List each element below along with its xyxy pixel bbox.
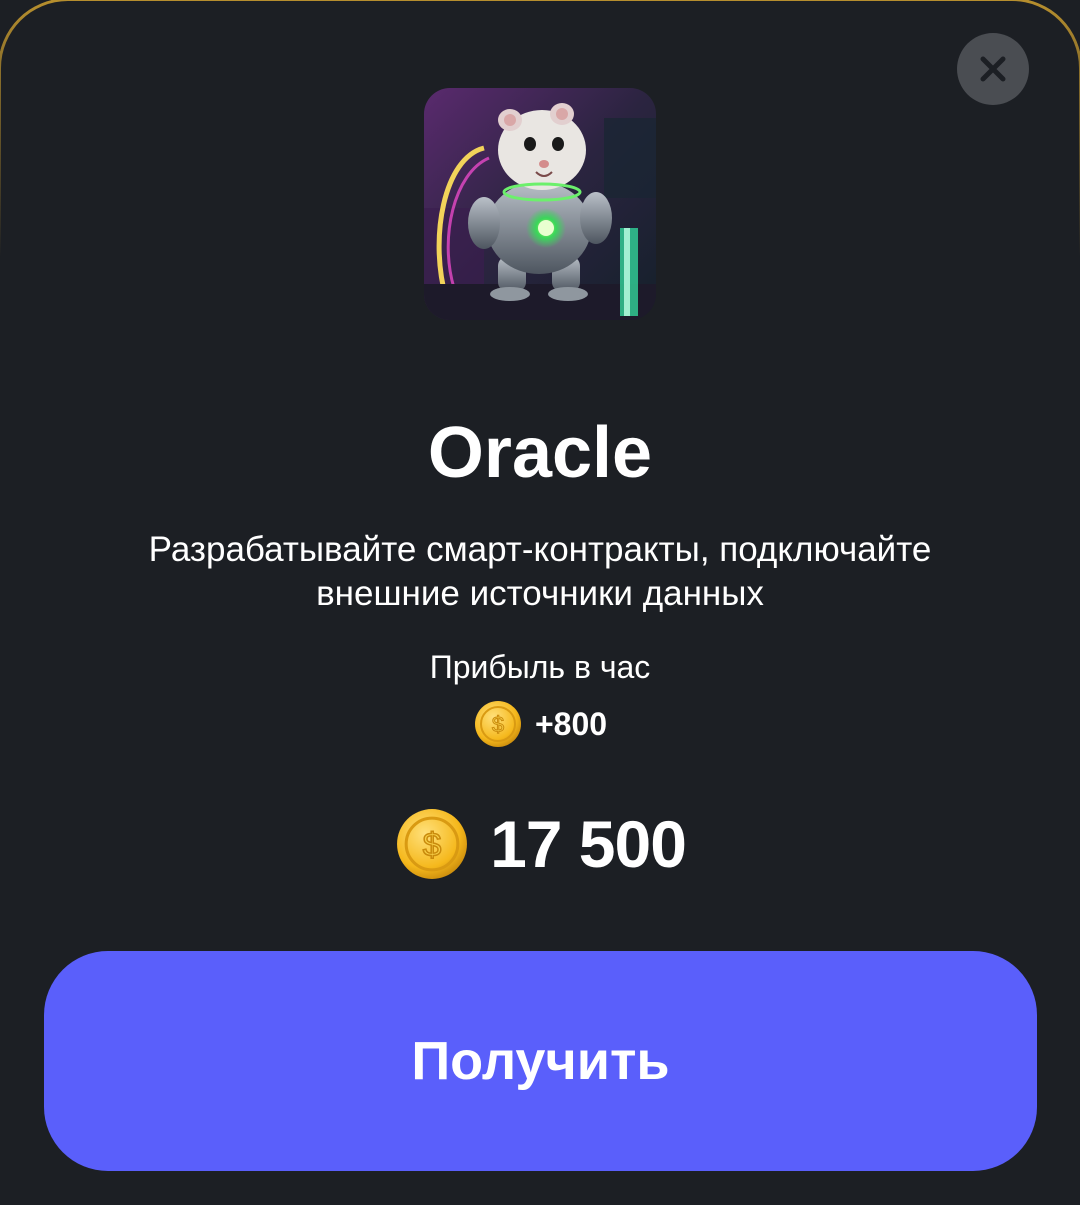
svg-text:$: $ [423, 827, 442, 864]
svg-text:$: $ [492, 712, 504, 737]
profit-per-hour: $ +800 [0, 699, 1080, 749]
profit-per-hour-label: Прибыль в час [429, 649, 651, 685]
coin-icon: $ [474, 701, 521, 747]
card-image [424, 88, 656, 320]
close-icon [980, 56, 1006, 82]
card-price: $ 17 500 [0, 806, 1080, 882]
card-detail-sheet: Oracle Разрабатывайте смарт-контракты, п… [0, 0, 1080, 1205]
close-button[interactable] [957, 33, 1029, 105]
card-description: Разрабатывайте смарт-контракты, подключа… [148, 530, 932, 613]
get-button[interactable]: Получить [44, 951, 1037, 1171]
hamster-robot-illustration [424, 88, 656, 320]
profit-per-hour-value: +800 [534, 705, 608, 742]
coin-icon: $ [397, 809, 468, 879]
card-price-value: 17 500 [490, 807, 687, 881]
card-title: Oracle [427, 413, 653, 493]
